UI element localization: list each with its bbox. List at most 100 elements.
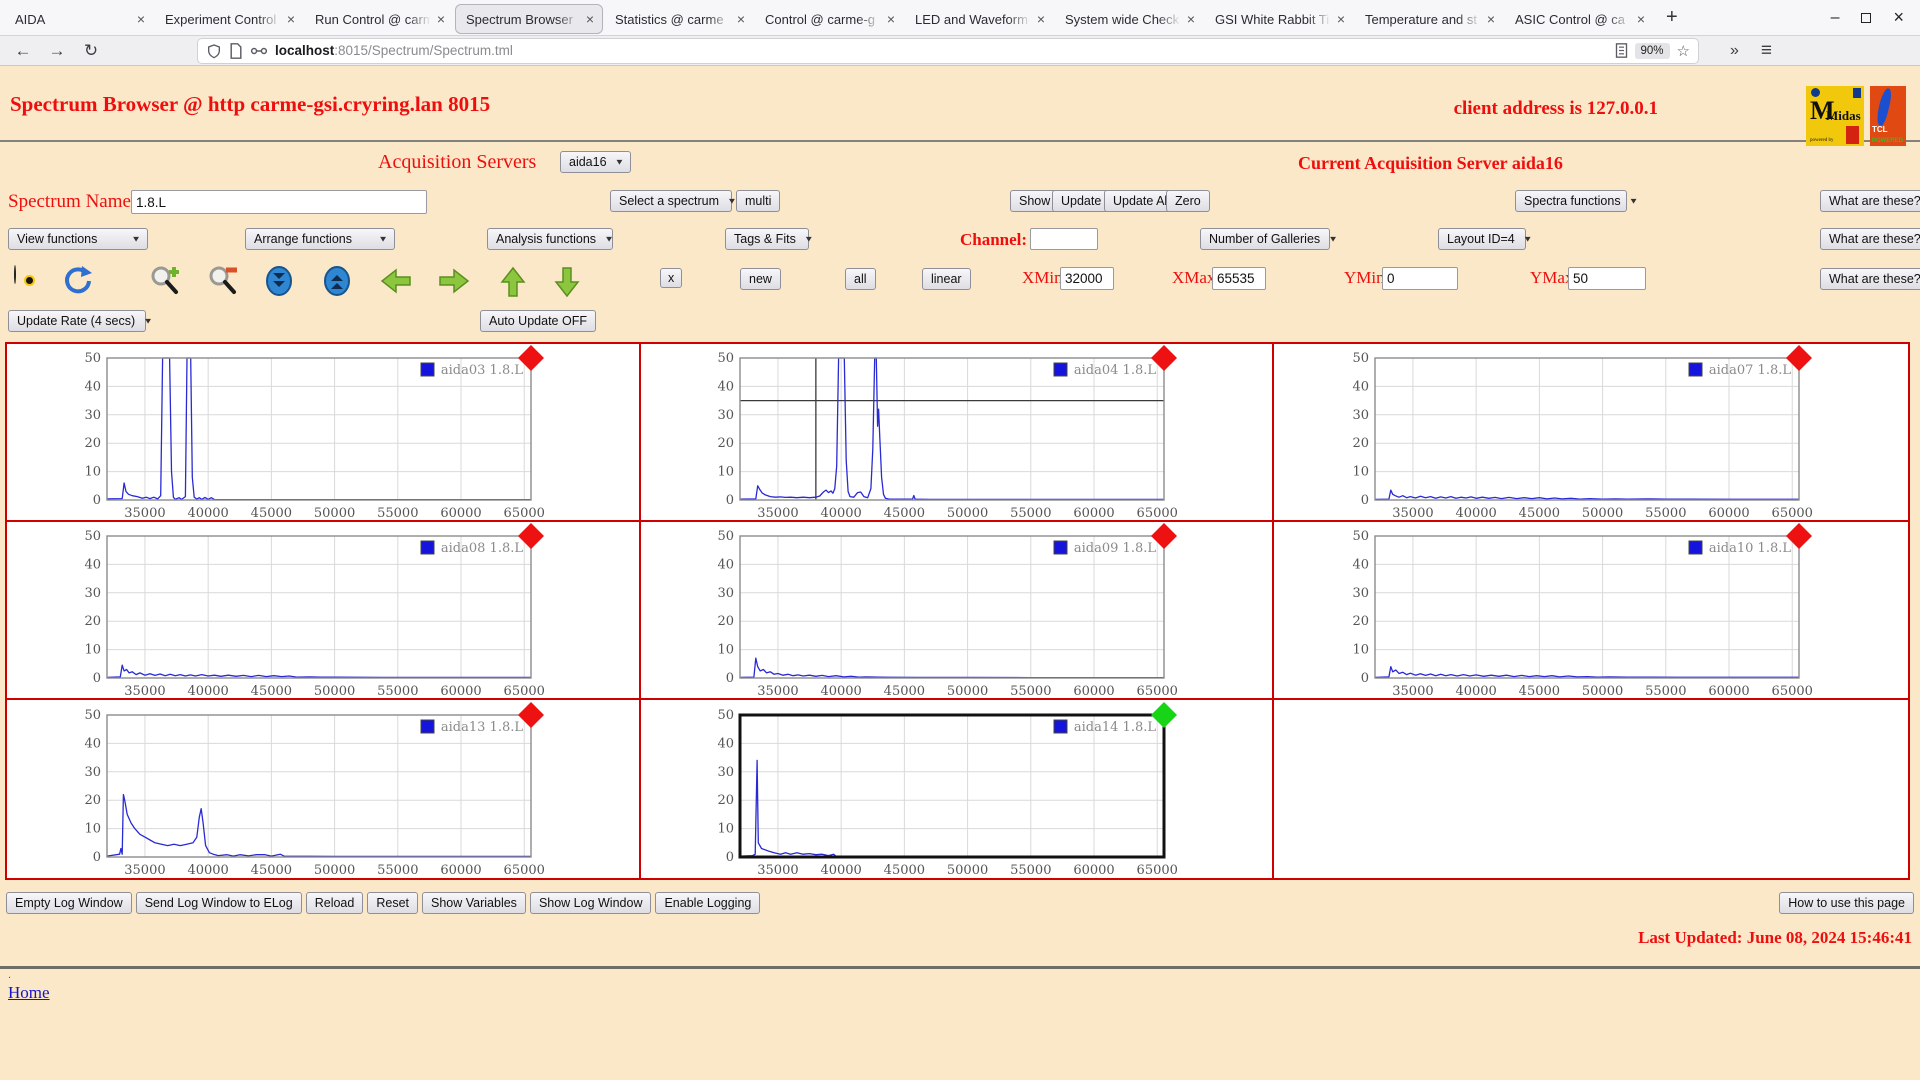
tab-statistics-carme[interactable]: Statistics @ carme× — [605, 4, 753, 34]
enable-logging-button[interactable]: Enable Logging — [655, 892, 760, 914]
tab-aida[interactable]: AIDA× — [5, 4, 153, 34]
toolbar-overflow-icon[interactable]: » — [1730, 42, 1739, 60]
page-icon[interactable] — [229, 43, 243, 59]
bookmark-star-icon[interactable]: ☆ — [1677, 42, 1690, 60]
home-link[interactable]: Home — [8, 983, 50, 1002]
move-left-icon[interactable] — [378, 266, 414, 296]
tab-close-icon[interactable]: × — [885, 11, 897, 27]
permissions-icon[interactable] — [250, 44, 268, 58]
tab-close-icon[interactable]: × — [1485, 11, 1497, 27]
svg-text:60000: 60000 — [1708, 684, 1749, 699]
minimize-icon[interactable]: – — [1831, 9, 1840, 27]
radiation-icon[interactable] — [14, 265, 16, 284]
update-button[interactable]: Update — [1052, 190, 1110, 212]
tab-close-icon[interactable]: × — [735, 11, 747, 27]
close-icon[interactable]: × — [1893, 7, 1904, 28]
tab-close-icon[interactable]: × — [584, 11, 596, 27]
ymin-input[interactable] — [1382, 267, 1458, 290]
tab-run-control-carm[interactable]: Run Control @ carm× — [305, 4, 453, 34]
select-spectrum-select[interactable]: Select a spectrum▼ — [610, 190, 732, 212]
forward-icon[interactable]: → — [44, 41, 70, 61]
number-of-galleries-select[interactable]: Number of Galleries▼ — [1200, 228, 1330, 250]
spectrum-panel-aida10[interactable]: 3500040000450005000055000600006500001020… — [1274, 522, 1908, 700]
tab-spectrum-browser[interactable]: Spectrum Browser× — [455, 4, 603, 34]
tab-close-icon[interactable]: × — [135, 11, 147, 27]
tab-system-wide-check[interactable]: System wide Check× — [1055, 4, 1203, 34]
spectrum-panel-aida13[interactable]: 3500040000450005000055000600006500001020… — [7, 700, 641, 878]
auto-update-button[interactable]: Auto Update OFF — [480, 310, 596, 332]
reload-icon[interactable]: ↻ — [78, 41, 104, 61]
show-log-window-button[interactable]: Show Log Window — [530, 892, 652, 914]
zero-button[interactable]: Zero — [1166, 190, 1210, 212]
empty-log-window-button[interactable]: Empty Log Window — [6, 892, 132, 914]
linear-button[interactable]: linear — [922, 268, 971, 290]
url-text[interactable]: localhost:8015/Spectrum/Spectrum.tml — [275, 43, 1608, 58]
reader-mode-icon[interactable] — [1615, 43, 1628, 58]
xmin-input[interactable] — [1060, 267, 1114, 290]
what-are-these-button-1[interactable]: What are these? — [1820, 190, 1920, 212]
spectrum-panel-aida08[interactable]: 3500040000450005000055000600006500001020… — [7, 522, 641, 700]
spectrum-panel-aida07[interactable]: 3500040000450005000055000600006500001020… — [1274, 344, 1908, 522]
tab-close-icon[interactable]: × — [435, 11, 447, 27]
tab-gsi-white-rabbit-ti[interactable]: GSI White Rabbit Ti × — [1205, 4, 1353, 34]
new-button[interactable]: new — [740, 268, 781, 290]
x-button[interactable]: x — [660, 268, 682, 288]
maximize-icon[interactable] — [1861, 13, 1871, 23]
spectrum-panel-aida14[interactable]: 3500040000450005000055000600006500001020… — [641, 700, 1275, 878]
zoom-level-badge[interactable]: 90% — [1635, 43, 1670, 59]
svg-text:0: 0 — [1361, 493, 1369, 508]
reload-button[interactable]: Reload — [306, 892, 364, 914]
back-icon[interactable]: ← — [10, 41, 36, 61]
shield-icon[interactable] — [206, 43, 222, 59]
send-log-window-to-elog-button[interactable]: Send Log Window to ELog — [136, 892, 302, 914]
how-to-use-this-page-button[interactable]: How to use this page — [1779, 892, 1914, 914]
tab-close-icon[interactable]: × — [1335, 11, 1347, 27]
show-variables-button[interactable]: Show Variables — [422, 892, 526, 914]
spectrum-name-input[interactable] — [131, 190, 427, 214]
url-bar[interactable]: localhost:8015/Spectrum/Spectrum.tml 90%… — [198, 39, 1698, 63]
move-up-icon[interactable] — [498, 264, 528, 300]
move-right-icon[interactable] — [436, 266, 472, 296]
all-button[interactable]: all — [845, 268, 876, 290]
tab-asic-control-ca[interactable]: ASIC Control @ ca× — [1505, 4, 1653, 34]
svg-text:60000: 60000 — [1074, 863, 1115, 878]
new-tab-button[interactable]: + — [1654, 6, 1690, 29]
tab-led-and-waveform[interactable]: LED and Waveform× — [905, 4, 1053, 34]
scroll-down-icon[interactable] — [264, 264, 294, 298]
multi-button[interactable]: multi — [736, 190, 780, 212]
empty-gallery-cell — [1274, 700, 1908, 878]
spectrum-trace — [740, 658, 1164, 678]
tab-close-icon[interactable]: × — [1035, 11, 1047, 27]
zoom-out-icon[interactable] — [206, 264, 240, 298]
spectrum-panel-aida04[interactable]: 3500040000450005000055000600006500001020… — [641, 344, 1275, 522]
tab-control-carme-g[interactable]: Control @ carme-g× — [755, 4, 903, 34]
tab-close-icon[interactable]: × — [285, 11, 297, 27]
tags-fits-select[interactable]: Tags & Fits▼ — [725, 228, 809, 250]
tab-experiment-control[interactable]: Experiment Control× — [155, 4, 303, 34]
spectrum-panel-aida03[interactable]: 3500040000450005000055000600006500001020… — [7, 344, 641, 522]
layout-id-select[interactable]: Layout ID=4▼ — [1438, 228, 1526, 250]
zoom-in-icon[interactable] — [148, 264, 182, 298]
spectra-functions-select[interactable]: Spectra functions▼ — [1515, 190, 1627, 212]
update-rate-select[interactable]: Update Rate (4 secs)▼ — [8, 310, 146, 332]
view-functions-select[interactable]: View functions▼ — [8, 228, 148, 250]
xmax-input[interactable] — [1212, 267, 1266, 290]
tab-label: GSI White Rabbit Ti — [1215, 12, 1331, 27]
refresh-icon[interactable] — [62, 264, 94, 296]
ymax-input[interactable] — [1568, 267, 1646, 290]
tab-close-icon[interactable]: × — [1635, 11, 1647, 27]
channel-input[interactable] — [1030, 228, 1098, 250]
tab-close-icon[interactable]: × — [1185, 11, 1197, 27]
arrange-functions-select[interactable]: Arrange functions▼ — [245, 228, 395, 250]
legend-swatch — [1689, 363, 1702, 376]
move-down-icon[interactable] — [552, 264, 582, 300]
what-are-these-button-2[interactable]: What are these? — [1820, 228, 1920, 250]
scroll-up-icon[interactable] — [322, 264, 352, 298]
tab-temperature-and-st[interactable]: Temperature and st× — [1355, 4, 1503, 34]
analysis-functions-select[interactable]: Analysis functions▼ — [487, 228, 613, 250]
reset-button[interactable]: Reset — [367, 892, 418, 914]
acquisition-server-select[interactable]: aida16▼ — [560, 151, 631, 173]
menu-hamburger-icon[interactable]: ≡ — [1761, 40, 1772, 62]
what-are-these-button-3[interactable]: What are these? — [1820, 268, 1920, 290]
spectrum-panel-aida09[interactable]: 3500040000450005000055000600006500001020… — [641, 522, 1275, 700]
